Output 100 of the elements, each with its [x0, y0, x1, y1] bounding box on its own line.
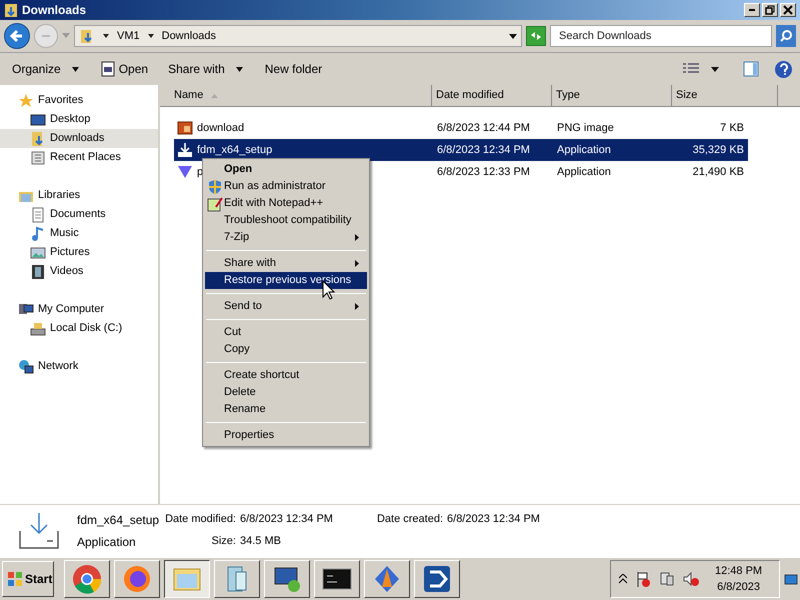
arrows-icon: [529, 29, 543, 43]
chevron-icon: [103, 34, 109, 38]
file-name: fdm_x64_setup: [77, 512, 160, 528]
search-icon: [779, 29, 793, 43]
column-header[interactable]: Type: [552, 85, 672, 106]
field-value: 34.5 MB: [240, 534, 282, 550]
sidebar-item[interactable]: Downloads: [0, 129, 158, 148]
cone-icon: [372, 564, 402, 594]
preview-pane-button[interactable]: [743, 61, 759, 77]
funnel-icon: [177, 164, 193, 180]
sort-icon: [211, 94, 218, 98]
chevron-icon: [148, 34, 154, 38]
menu-item[interactable]: Properties: [205, 427, 367, 444]
close-button[interactable]: [780, 3, 796, 17]
field-value: 6/8/2023 12:34 PM: [447, 512, 540, 528]
help-icon: [778, 63, 788, 75]
toolbar-button[interactable]: Share with: [164, 57, 249, 81]
menu-item[interactable]: Restore previous versions: [205, 272, 367, 289]
sidebar-item[interactable]: Documents: [0, 205, 158, 224]
field-label: Date created:: [376, 512, 444, 528]
field-label: Date modified:: [165, 512, 236, 528]
close-icon: [781, 3, 795, 17]
table-cell-text: PNG image: [556, 120, 615, 136]
search-button[interactable]: [776, 25, 796, 47]
menu-item[interactable]: Open: [205, 161, 367, 178]
back-button[interactable]: [4, 23, 30, 49]
taskbar-button[interactable]: [164, 560, 210, 598]
breadcrumb[interactable]: Downloads: [162, 28, 216, 44]
menu-item[interactable]: Edit with Notepad++: [205, 195, 367, 212]
menu-item[interactable]: Run as administrator: [205, 178, 367, 195]
restore-button[interactable]: [762, 3, 778, 17]
arrow-left-icon: [9, 28, 25, 44]
star-icon: [18, 92, 34, 108]
sidebar-group[interactable]: Libraries: [0, 186, 158, 205]
toolbar-button[interactable]: New folder: [260, 57, 326, 81]
drive-icon: [30, 320, 46, 336]
refresh-button[interactable]: [526, 26, 546, 46]
chevron-up-icon: [619, 574, 627, 584]
sidebar-item[interactable]: Desktop: [0, 110, 158, 129]
download-tray-icon: [17, 510, 61, 550]
restore-icon: [763, 3, 777, 17]
search-field[interactable]: Search Downloads: [550, 25, 772, 47]
address-bar[interactable]: VM1 Downloads: [74, 25, 522, 47]
column-header[interactable]: Size: [672, 85, 778, 106]
list-icon: [683, 63, 699, 75]
minimize-icon: [749, 9, 755, 11]
file-name[interactable]: download: [197, 120, 244, 136]
speaker-icon: [683, 571, 699, 587]
image-icon: [30, 244, 46, 260]
table-cell-text: 7 KB: [719, 120, 745, 136]
minimize-button[interactable]: [744, 3, 760, 17]
toolbar-button[interactable]: Organize: [8, 57, 85, 81]
table-cell-text: 6/8/2023 12:44 PM: [436, 120, 531, 136]
clock-date: 6/8/2023: [717, 580, 760, 595]
menu-item[interactable]: Copy: [205, 341, 367, 358]
dropdown-icon: [711, 66, 719, 72]
sidebar-item[interactable]: Music: [0, 224, 158, 243]
start-button[interactable]: Start: [2, 561, 54, 597]
table-cell-text: 35,329 KB: [692, 142, 745, 158]
image-icon: [177, 120, 193, 136]
sidebar-group[interactable]: Favorites: [0, 91, 158, 110]
window-title: Downloads: [22, 2, 86, 19]
browser-icon: [122, 564, 152, 594]
menu-item[interactable]: Cut: [205, 324, 367, 341]
file-name[interactable]: fdm_x64_setup: [197, 142, 272, 158]
help-button[interactable]: [775, 60, 792, 78]
sidebar-item[interactable]: Videos: [0, 262, 158, 281]
clock-time: 12:48 PM: [715, 564, 762, 579]
field-label: Size:: [210, 534, 236, 550]
menu-item[interactable]: Create shortcut: [205, 367, 367, 384]
browser-icon: [72, 564, 102, 594]
table-cell-text: Application: [556, 142, 612, 158]
window-icon: [100, 61, 115, 77]
table-cell-text: 6/8/2023 12:34 PM: [436, 142, 531, 158]
flag-icon: [635, 571, 651, 587]
menu-item[interactable]: Delete: [205, 384, 367, 401]
sidebar-item[interactable]: Recent Places: [0, 148, 158, 167]
menu-item[interactable]: 7-Zip: [205, 229, 367, 246]
menu-item[interactable]: Send to: [205, 298, 367, 315]
download-tray-icon: [177, 142, 193, 158]
sidebar-item[interactable]: Local Disk (C:): [0, 319, 158, 338]
column-header[interactable]: Date modified: [432, 85, 552, 106]
sidebar-group[interactable]: My Computer: [0, 300, 158, 319]
toolbar-button[interactable]: Open: [96, 57, 152, 81]
field-value: 6/8/2023 12:34 PM: [240, 512, 334, 528]
globe-icon: [18, 358, 34, 374]
table-cell-text: 6/8/2023 12:33 PM: [436, 164, 531, 180]
film-icon: [30, 264, 46, 280]
shield-icon: [207, 178, 223, 194]
menu-item[interactable]: Share with: [205, 255, 367, 272]
submenu-arrow-icon: [355, 234, 359, 241]
file-type: Application: [77, 534, 137, 550]
sidebar-group[interactable]: Network: [0, 357, 158, 376]
notepad-icon: [207, 196, 223, 212]
column-header[interactable]: Name: [160, 85, 432, 106]
breadcrumb[interactable]: VM1: [117, 28, 140, 44]
menu-item[interactable]: Rename: [205, 401, 367, 418]
menu-item[interactable]: Troubleshoot compatibility: [205, 212, 367, 229]
sidebar-item[interactable]: Pictures: [0, 243, 158, 262]
submenu-arrow-icon: [355, 303, 359, 310]
